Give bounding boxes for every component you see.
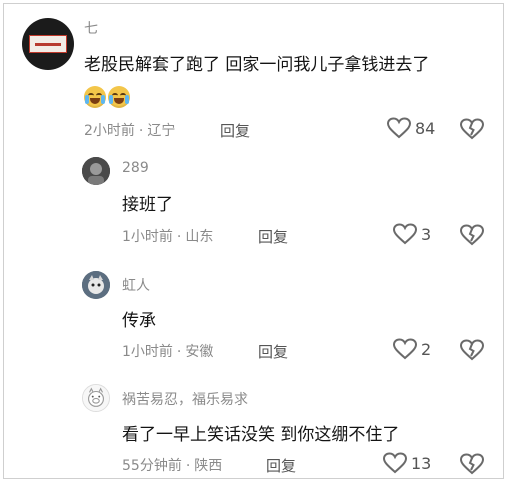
username[interactable]: 289 xyxy=(122,160,149,176)
like-count: 84 xyxy=(415,118,436,138)
avatar[interactable] xyxy=(82,157,110,185)
reply-button[interactable]: 回复 xyxy=(258,226,288,247)
location: 安徽 xyxy=(185,344,214,360)
comment-meta: 1小时前 · 安徽 xyxy=(122,341,213,361)
comment-text: 看了一早上笑话没笑 到你这绷不住了 xyxy=(122,425,400,445)
timestamp: 1小时前 xyxy=(122,229,173,245)
like-button[interactable]: 84 xyxy=(387,117,435,139)
location: 辽宁 xyxy=(147,123,176,139)
username[interactable]: 虹人 xyxy=(122,275,150,295)
avatar-animal-icon xyxy=(82,271,110,299)
meta-separator: · xyxy=(176,229,182,245)
reply-button[interactable]: 回复 xyxy=(266,455,296,476)
reply-button[interactable]: 回复 xyxy=(258,341,288,362)
heart-icon xyxy=(393,338,417,360)
meta-separator: · xyxy=(138,123,144,139)
like-count: 13 xyxy=(411,453,432,473)
broken-heart-icon xyxy=(459,224,485,246)
location: 山东 xyxy=(185,229,214,245)
dislike-button[interactable] xyxy=(459,339,485,365)
like-button[interactable]: 2 xyxy=(393,338,431,360)
avatar-badge-icon xyxy=(29,35,67,53)
like-button[interactable]: 3 xyxy=(393,223,431,245)
broken-heart-icon xyxy=(459,339,485,361)
crying-face-icon xyxy=(108,86,130,108)
reply-button[interactable]: 回复 xyxy=(220,120,250,141)
comment-text: 接班了 xyxy=(122,195,173,215)
comment-thread: 七 老股民解套了跑了 回家一问我儿子拿钱进去了 2小时前 · 辽宁 回复 84 28… xyxy=(3,3,504,479)
meta-separator: · xyxy=(176,344,182,360)
comment-text: 传承 xyxy=(122,311,156,331)
timestamp: 1小时前 xyxy=(122,344,173,360)
heart-icon xyxy=(383,452,407,474)
username[interactable]: 祸苦易忍，福乐易求 xyxy=(122,389,248,409)
emoji-row xyxy=(84,86,130,108)
dislike-button[interactable] xyxy=(459,453,485,479)
avatar[interactable] xyxy=(82,271,110,299)
like-count: 2 xyxy=(421,339,432,359)
timestamp: 55分钟前 xyxy=(122,458,182,474)
avatar[interactable] xyxy=(22,18,74,70)
comment-meta: 1小时前 · 山东 xyxy=(122,226,213,246)
broken-heart-icon xyxy=(459,118,485,140)
location: 陕西 xyxy=(194,458,223,474)
broken-heart-icon xyxy=(459,453,485,475)
like-count: 3 xyxy=(421,224,432,244)
heart-icon xyxy=(387,117,411,139)
heart-icon xyxy=(393,223,417,245)
dislike-button[interactable] xyxy=(459,224,485,250)
avatar[interactable] xyxy=(82,384,110,412)
meta-separator: · xyxy=(185,458,191,474)
comment-meta: 55分钟前 · 陕西 xyxy=(122,455,222,475)
username[interactable]: 七 xyxy=(84,18,98,38)
dislike-button[interactable] xyxy=(459,118,485,144)
like-button[interactable]: 13 xyxy=(383,452,431,474)
avatar-pig-icon xyxy=(83,385,109,411)
crying-face-icon xyxy=(84,86,106,108)
avatar-figure-icon xyxy=(82,157,110,185)
timestamp: 2小时前 xyxy=(84,123,135,139)
comment-meta: 2小时前 · 辽宁 xyxy=(84,120,175,140)
comment-text: 老股民解套了跑了 回家一问我儿子拿钱进去了 xyxy=(84,55,430,75)
